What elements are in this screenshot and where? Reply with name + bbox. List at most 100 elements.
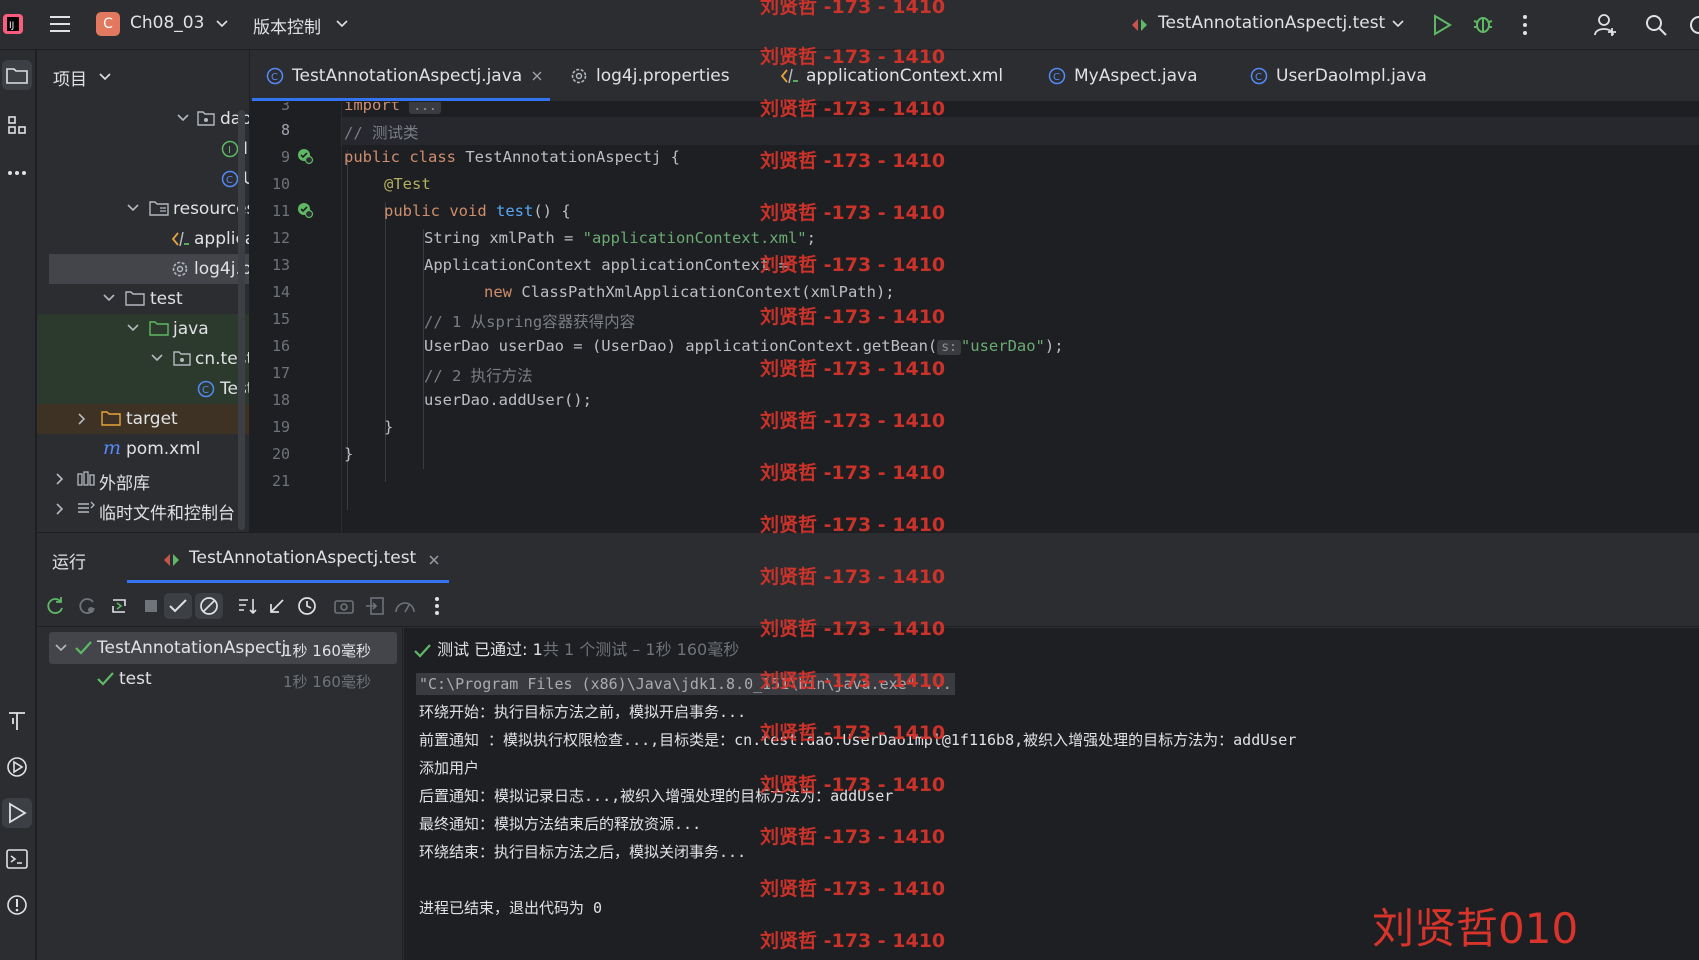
code-editor[interactable]: 3 8 9 10 11 12 13 14 15 16 17 18 19 20 2… [250, 102, 1699, 532]
chevron-down-icon [216, 19, 228, 29]
package-folder-icon [173, 350, 191, 366]
tree-item-dao[interactable]: dao [37, 104, 249, 134]
history-icon[interactable] [294, 593, 320, 619]
watermark-text: 刘贤哲 -173 - 1410 [760, 566, 946, 588]
watermark-text: 刘贤哲 -173 - 1410 [760, 202, 946, 224]
run-panel-title[interactable]: 运行 [52, 548, 86, 573]
tree-item-scratches[interactable]: 临时文件和控制台 [37, 494, 249, 524]
tree-item-interface[interactable]: I I [37, 134, 249, 164]
svg-text:C: C [1053, 72, 1060, 83]
project-scrollbar[interactable] [238, 110, 245, 530]
test-row-method[interactable]: test 1秒 160毫秒 [49, 664, 397, 694]
screenshot-icon[interactable] [331, 593, 357, 619]
tree-item-pom-xml[interactable]: m pom.xml [37, 434, 249, 464]
rerun-failed-icon[interactable] [74, 593, 100, 619]
run-config-icon [162, 551, 182, 569]
run-tab[interactable]: TestAnnotationAspectj.test [127, 533, 449, 583]
class-icon: C [1250, 67, 1268, 85]
watermark-signature: 刘贤哲010 [1372, 904, 1579, 953]
run-tool-icon[interactable] [2, 798, 32, 828]
run-icon[interactable] [1432, 14, 1452, 36]
tab-log4j-properties[interactable]: log4j.properties [570, 50, 760, 102]
run-config-selector[interactable]: TestAnnotationAspectj.test [1158, 13, 1385, 33]
watermark-text: 刘贤哲 -173 - 1410 [760, 462, 946, 484]
tree-item-log4j-properties[interactable]: log4j.properties [49, 254, 249, 284]
console-line: 最终通知：模拟方法结束后的释放资源... [419, 815, 702, 833]
tree-item-external-libraries[interactable]: 外部库 [37, 464, 249, 494]
tab-my-aspect[interactable]: C MyAspect.java [1048, 50, 1218, 102]
watermark-text: 刘贤哲 -173 - 1410 [760, 306, 946, 328]
project-tool-icon[interactable] [2, 60, 32, 90]
watermark-text: 刘贤哲 -173 - 1410 [760, 0, 946, 18]
tree-item-test[interactable]: test [37, 284, 249, 314]
sort-icon[interactable] [234, 593, 260, 619]
watermark-text: 刘贤哲 -173 - 1410 [760, 722, 946, 744]
watermark-text: 刘贤哲 -173 - 1410 [760, 46, 946, 68]
project-name[interactable]: Ch08_03 [130, 13, 204, 33]
test-row-class[interactable]: TestAnnotationAspectj 1秒 160毫秒 [49, 632, 397, 664]
stop-icon[interactable] [138, 593, 164, 619]
svg-text:I: I [228, 145, 231, 156]
chevron-down-icon [336, 19, 348, 29]
project-panel-header: 项目 [37, 50, 249, 102]
class-icon: C [197, 380, 215, 398]
vcs-menu[interactable]: 版本控制 [253, 13, 321, 38]
run-test-gutter-icon[interactable] [296, 201, 314, 219]
show-ignored-icon[interactable] [195, 593, 223, 619]
tree-item-test-class[interactable]: C TestAnnotationAspectj [37, 374, 249, 404]
code-line-19: } [384, 418, 394, 436]
collapse-icon[interactable] [264, 593, 290, 619]
structure-tool-icon[interactable] [2, 110, 32, 140]
terminal-tool-icon[interactable] [2, 844, 32, 874]
editor-tabs: C TestAnnotationAspectj.java log4j.prope… [250, 50, 1699, 102]
test-results-tree: TestAnnotationAspectj 1秒 160毫秒 test 1秒 1… [37, 628, 403, 960]
watermark-text: 刘贤哲 -173 - 1410 [760, 254, 946, 276]
project-badge[interactable]: C [96, 12, 120, 36]
app-logo-icon[interactable]: IJ [2, 12, 24, 36]
close-icon[interactable] [532, 71, 542, 81]
code-line-13: ApplicationContext applicationContext = [424, 256, 788, 274]
import-tests-icon[interactable] [362, 593, 388, 619]
tab-user-dao-impl[interactable]: C UserDaoImpl.java [1250, 50, 1450, 102]
code-line-18: userDao.addUser(); [424, 391, 592, 409]
search-icon[interactable] [1644, 13, 1668, 37]
coverage-icon[interactable] [392, 593, 418, 619]
watermark-text: 刘贤哲 -173 - 1410 [760, 150, 946, 172]
more-options-icon[interactable] [1522, 14, 1528, 36]
more-options-icon[interactable] [424, 593, 450, 619]
settings-icon[interactable] [1688, 13, 1699, 37]
code-line-10: @Test [384, 175, 431, 193]
svg-text:C: C [202, 385, 209, 396]
svg-text:C: C [226, 175, 233, 186]
code-line-16: UserDao userDao = (UserDao) applicationC… [424, 337, 1064, 355]
tree-item-class[interactable]: C U [37, 164, 249, 194]
close-icon[interactable] [429, 555, 439, 565]
rerun-icon[interactable] [42, 593, 68, 619]
class-icon: C [1048, 67, 1066, 85]
debug-icon[interactable] [1472, 13, 1494, 35]
watermark-text: 刘贤哲 -173 - 1410 [760, 826, 946, 848]
watermark-text: 刘贤哲 -173 - 1410 [760, 670, 946, 692]
tree-item-application-context-xml[interactable]: applicationContext.xml [37, 224, 249, 254]
watermark-text: 刘贤哲 -173 - 1410 [760, 930, 946, 952]
services-tool-icon[interactable] [2, 752, 32, 782]
tab-test-annotation-aspectj[interactable]: C TestAnnotationAspectj.java [252, 50, 550, 102]
main-menu-icon[interactable] [50, 15, 72, 33]
run-test-gutter-icon[interactable] [296, 147, 314, 165]
problems-tool-icon[interactable] [2, 890, 32, 920]
test-folder-icon [149, 320, 169, 336]
watermark-text: 刘贤哲 -173 - 1410 [760, 514, 946, 536]
tree-item-java[interactable]: java [37, 314, 249, 344]
add-user-icon[interactable] [1594, 13, 1618, 37]
tree-item-target[interactable]: target [37, 404, 249, 434]
code-line-14: new ClassPathXmlApplicationContext(xmlPa… [484, 283, 895, 301]
tree-item-cn-test[interactable]: cn.test [37, 344, 249, 374]
toggle-auto-test-icon[interactable] [106, 593, 132, 619]
build-tool-icon[interactable] [2, 706, 32, 736]
project-panel-title[interactable]: 项目 [53, 65, 87, 90]
show-passed-icon[interactable] [164, 593, 192, 619]
chevron-down-icon [1392, 19, 1404, 29]
tree-item-resources[interactable]: resources [37, 194, 249, 224]
folder-icon [125, 290, 145, 306]
more-tools-icon[interactable] [2, 158, 32, 188]
